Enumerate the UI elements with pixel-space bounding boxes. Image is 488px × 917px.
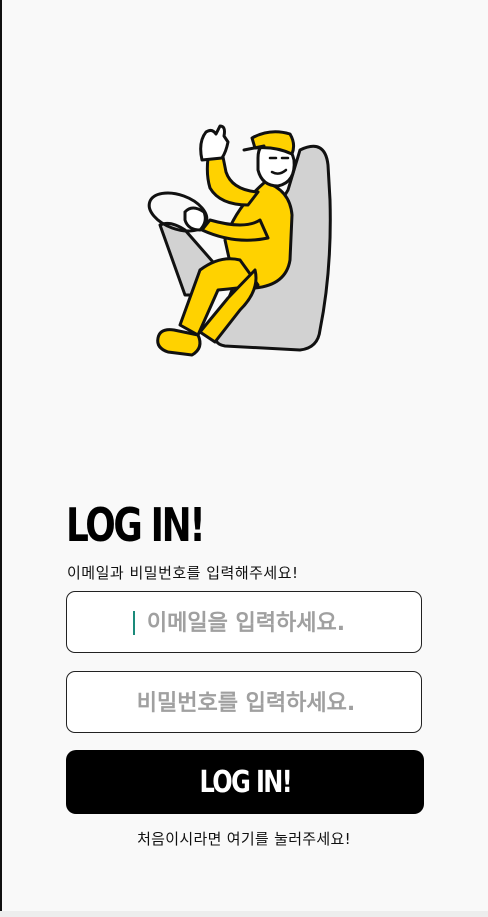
window-left-border xyxy=(0,0,2,917)
page-subtitle: 이메일과 비밀번호를 입력해주세요! xyxy=(67,564,299,582)
driver-illustration-icon xyxy=(147,124,332,357)
email-field-container xyxy=(66,591,425,654)
email-input[interactable] xyxy=(67,592,425,654)
page-title: LOG IN! xyxy=(66,498,206,552)
bottom-bar xyxy=(0,911,488,917)
login-button-label: LOG IN! xyxy=(199,764,292,800)
signup-link[interactable]: 처음이시라면 여기를 눌러주세요! xyxy=(0,828,488,849)
text-caret xyxy=(133,611,135,635)
login-button[interactable]: LOG IN! xyxy=(66,750,424,814)
password-field-container xyxy=(66,671,425,734)
password-input[interactable] xyxy=(67,672,425,734)
